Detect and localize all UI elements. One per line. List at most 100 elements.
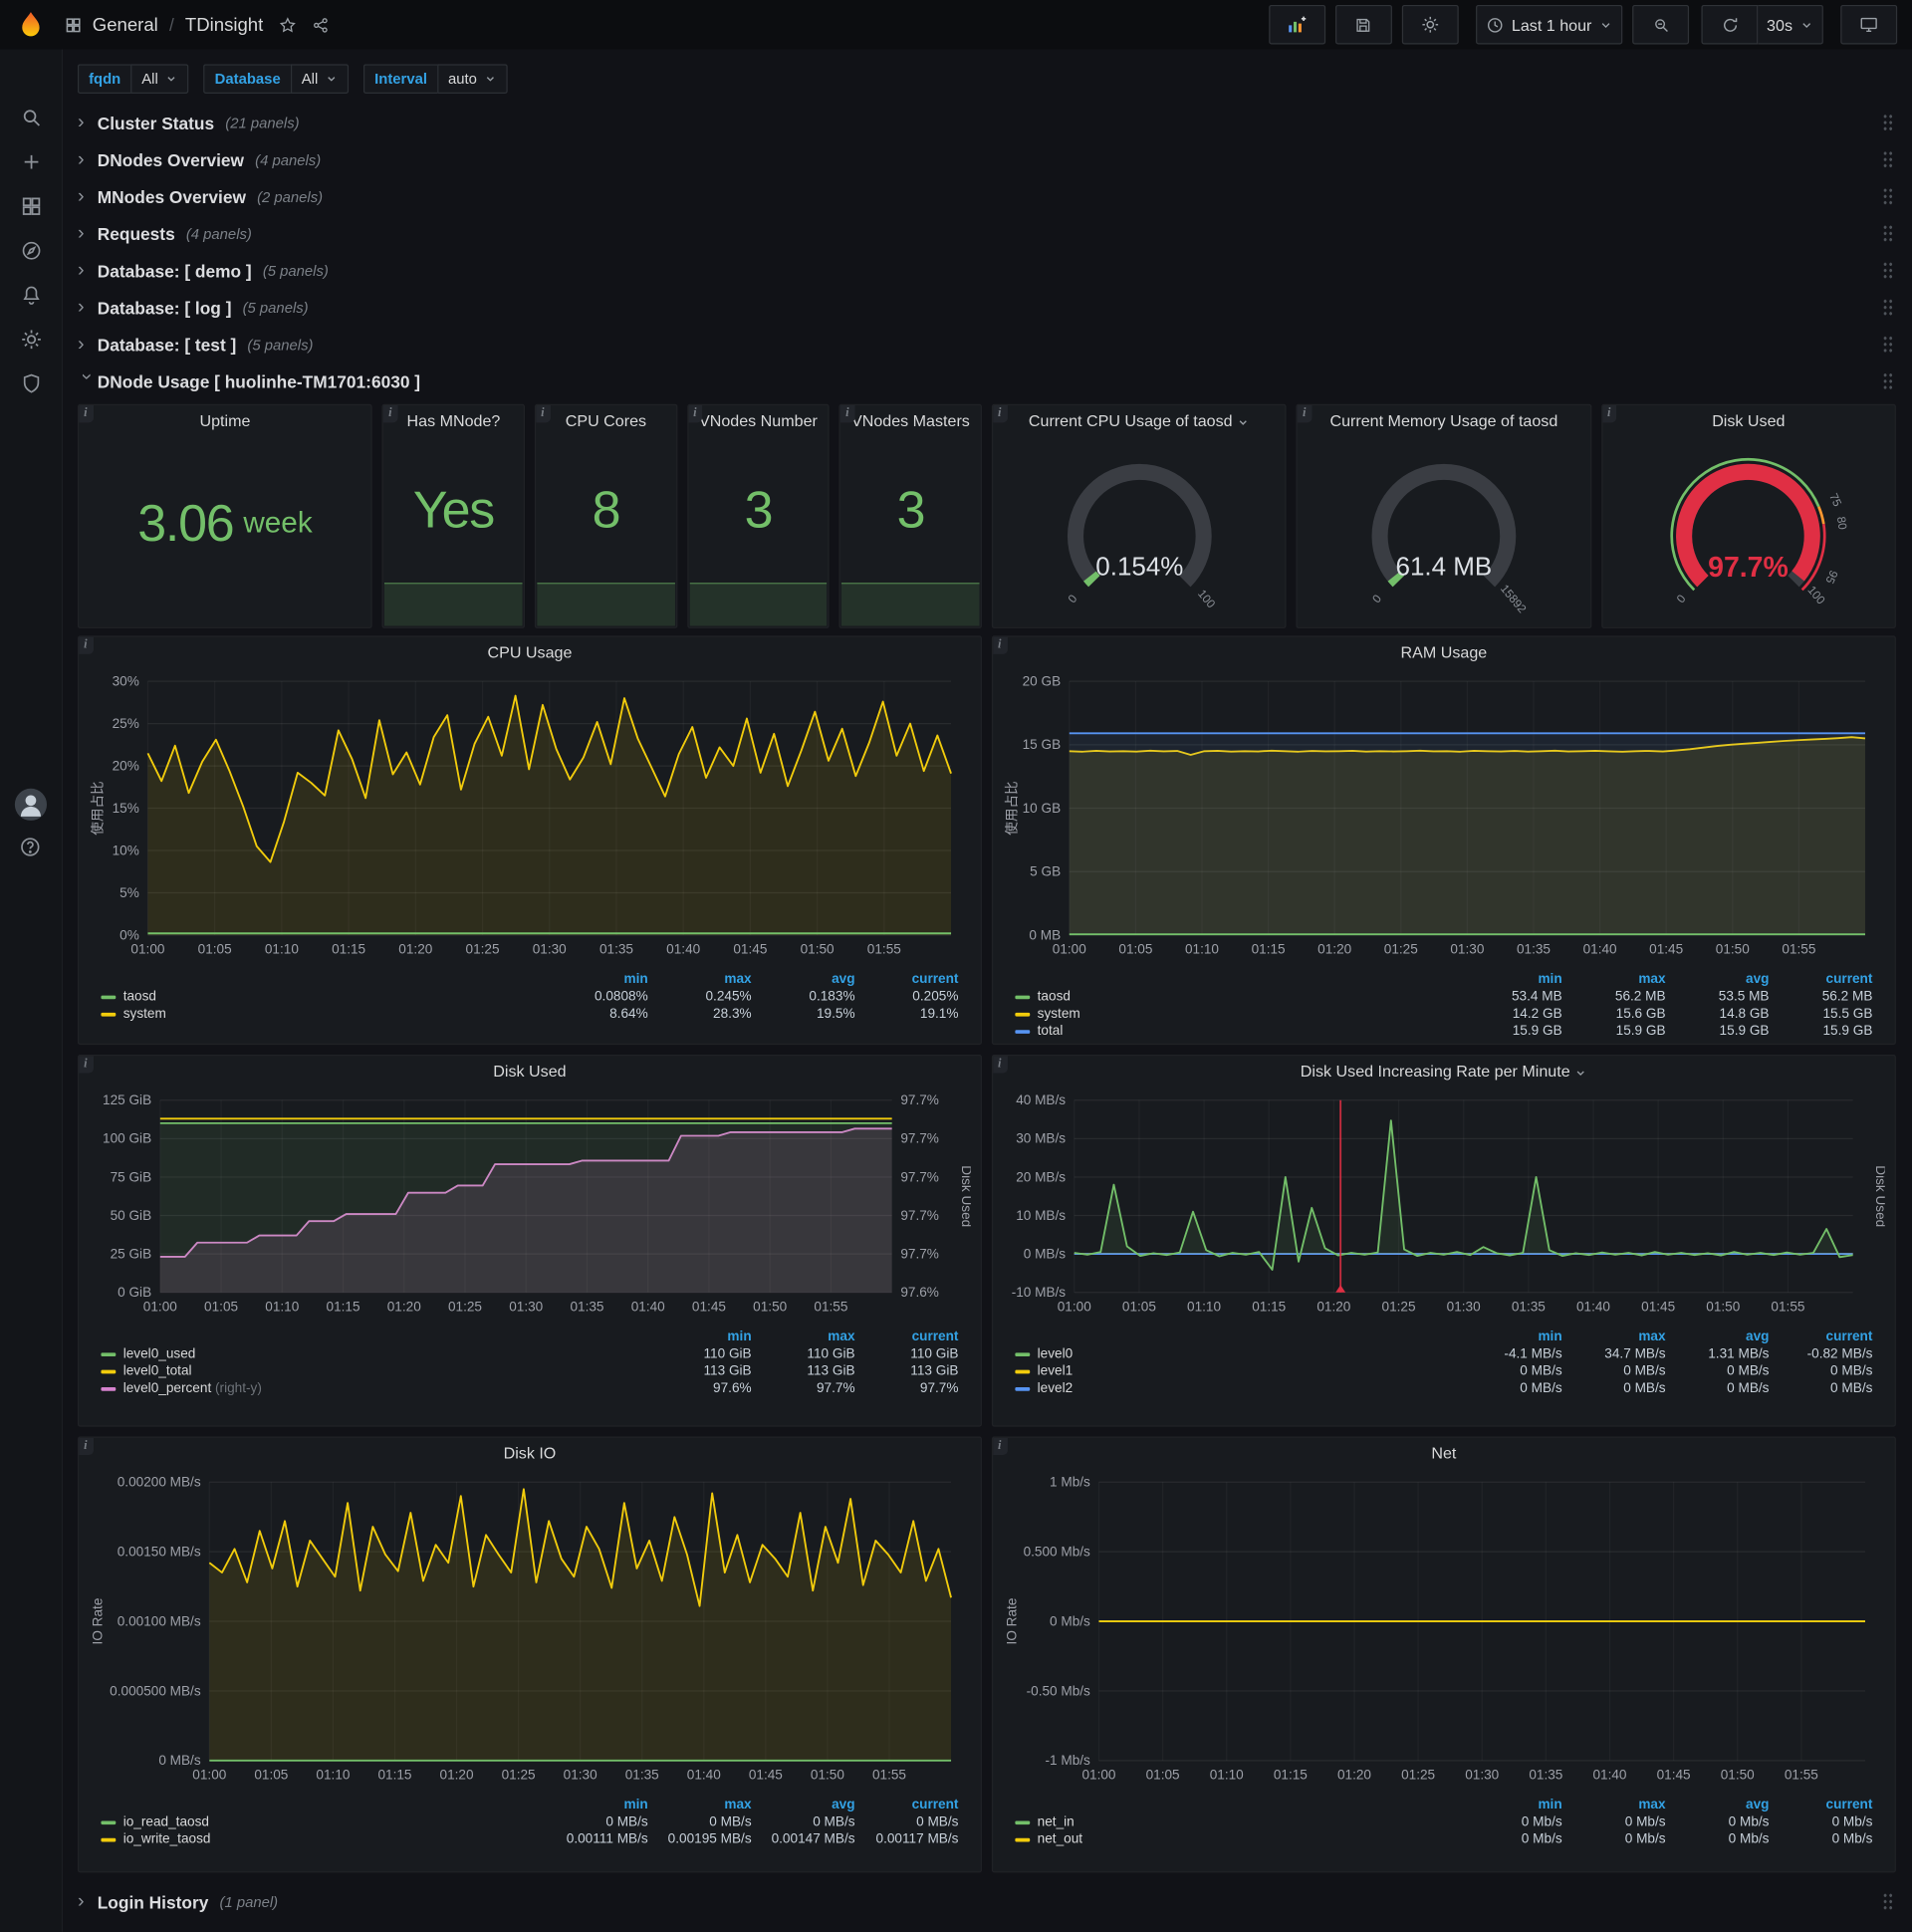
panel-title[interactable]: CPU Cores bbox=[536, 405, 676, 437]
panel-title[interactable]: Disk Used Increasing Rate per Minute bbox=[993, 1056, 1895, 1087]
dashboard-row-cluster-status[interactable]: › Cluster Status (21 panels) bbox=[78, 109, 1896, 136]
panel-title[interactable]: Has MNode? bbox=[383, 405, 524, 437]
panel-info-icon[interactable]: i bbox=[993, 636, 1008, 654]
breadcrumb-dashboard-title[interactable]: TDinsight bbox=[185, 14, 263, 35]
sidebar-item-search[interactable] bbox=[0, 95, 62, 139]
row-drag-handle[interactable] bbox=[1882, 224, 1894, 243]
sidebar-item-configuration[interactable] bbox=[0, 317, 62, 362]
legend-col-current[interactable]: current bbox=[862, 1797, 966, 1813]
time-range-picker[interactable]: Last 1 hour bbox=[1476, 4, 1623, 45]
add-panel-button[interactable] bbox=[1269, 4, 1326, 45]
grafana-logo[interactable] bbox=[0, 10, 62, 40]
star-icon[interactable] bbox=[278, 15, 297, 34]
row-drag-handle[interactable] bbox=[1882, 371, 1894, 391]
dashboard-row-database-log[interactable]: › Database: [ log ] (5 panels) bbox=[78, 293, 1896, 321]
row-drag-handle[interactable] bbox=[1882, 187, 1894, 206]
panel-title[interactable]: VNodes Number bbox=[688, 405, 829, 437]
panel-info-icon[interactable]: i bbox=[1602, 405, 1617, 423]
panel-title[interactable]: VNodes Masters bbox=[840, 405, 981, 437]
row-drag-handle[interactable] bbox=[1882, 113, 1894, 132]
share-icon[interactable] bbox=[312, 15, 331, 34]
panel-info-icon[interactable]: i bbox=[79, 405, 94, 423]
legend-col-current[interactable]: current bbox=[1777, 1797, 1880, 1813]
panel-title[interactable]: CPU Usage bbox=[79, 637, 981, 669]
legend-col-current[interactable]: current bbox=[1777, 1328, 1880, 1345]
save-dashboard-button[interactable] bbox=[1335, 4, 1392, 45]
row-drag-handle[interactable] bbox=[1882, 335, 1894, 355]
legend-col-max[interactable]: max bbox=[655, 971, 759, 988]
legend-col-min[interactable]: min bbox=[655, 1328, 759, 1345]
disk-io-chart[interactable]: 0.00200 MB/s 0.00150 MB/s 0.00100 MB/s 0.00… bbox=[89, 1470, 971, 1794]
panel-info-icon[interactable]: i bbox=[993, 405, 1008, 423]
panel-info-icon[interactable]: i bbox=[79, 1056, 94, 1074]
sidebar-item-create[interactable] bbox=[0, 139, 62, 184]
net-chart[interactable]: 1 Mb/s 0.500 Mb/s 0 Mb/s -0.50 Mb/s -1 Mb/s 0… bbox=[1003, 1470, 1885, 1794]
panel-title[interactable]: Net bbox=[993, 1438, 1895, 1470]
legend-series-io_write_taosd[interactable]: io_write_taosd bbox=[94, 1830, 552, 1847]
row-drag-handle[interactable] bbox=[1882, 261, 1894, 280]
sidebar-item-dashboards[interactable] bbox=[0, 183, 62, 228]
panel-info-icon[interactable]: i bbox=[1298, 405, 1313, 423]
panel-info-icon[interactable]: i bbox=[79, 1437, 94, 1456]
refresh-interval-picker[interactable]: 30s bbox=[1758, 4, 1823, 45]
disk-used-chart[interactable]: 125 GiB 97.7% 100 GiB 97.7% 75 GiB 97.7% 50 Gi… bbox=[89, 1087, 974, 1326]
dashboard-settings-button[interactable] bbox=[1401, 4, 1459, 45]
sidebar-item-alerting[interactable] bbox=[0, 272, 62, 317]
legend-series-level0_total[interactable]: level0_total bbox=[94, 1362, 655, 1379]
variable-value-dropdown[interactable]: All bbox=[130, 64, 189, 95]
legend-col-max[interactable]: max bbox=[759, 1328, 862, 1345]
legend-col-min[interactable]: min bbox=[1466, 1328, 1569, 1345]
panel-info-icon[interactable]: i bbox=[993, 1056, 1008, 1074]
legend-col-max[interactable]: max bbox=[655, 1797, 759, 1813]
refresh-button[interactable] bbox=[1701, 4, 1759, 45]
tv-mode-button[interactable] bbox=[1840, 4, 1898, 45]
panel-info-icon[interactable]: i bbox=[993, 1437, 1008, 1456]
help-button[interactable] bbox=[19, 836, 43, 865]
panel-title[interactable]: Disk Used bbox=[1602, 405, 1895, 437]
dashboard-row-login-history[interactable]: › Login History (1 panel) bbox=[78, 1887, 1896, 1915]
legend-col-min[interactable]: min bbox=[552, 1797, 655, 1813]
legend-series-system[interactable]: system bbox=[94, 1005, 552, 1022]
legend-col-min[interactable]: min bbox=[552, 971, 655, 988]
panel-info-icon[interactable]: i bbox=[840, 405, 855, 423]
legend-series-taosd[interactable]: taosd bbox=[94, 988, 552, 1005]
panel-title[interactable]: RAM Usage bbox=[993, 637, 1895, 669]
dashboard-row-dnodes-overview[interactable]: › DNodes Overview (4 panels) bbox=[78, 145, 1896, 173]
legend-col-min[interactable]: min bbox=[1466, 971, 1569, 988]
ram-usage-chart[interactable]: 20 GB 15 GB 10 GB 5 GB 0 MB 01:00 01:05 01:10 01… bbox=[1003, 669, 1885, 969]
dashboard-row-dnode-usage[interactable]: › DNode Usage [ huolinhe-TM1701:6030 ] bbox=[77, 367, 1896, 395]
panel-info-icon[interactable]: i bbox=[79, 636, 94, 654]
dashboard-row-mnodes-overview[interactable]: › MNodes Overview (2 panels) bbox=[78, 182, 1896, 210]
disk-rate-chart[interactable]: 40 MB/s 30 MB/s 20 MB/s 10 MB/s 0 MB/s -10 MB… bbox=[1003, 1087, 1888, 1326]
panel-title[interactable]: Uptime bbox=[79, 405, 371, 437]
legend-series-level1[interactable]: level1 bbox=[1008, 1362, 1466, 1379]
legend-series-net_out[interactable]: net_out bbox=[1008, 1830, 1466, 1847]
panel-title[interactable]: Disk IO bbox=[79, 1438, 981, 1470]
legend-col-current[interactable]: current bbox=[862, 1328, 966, 1345]
legend-series-level0[interactable]: level0 bbox=[1008, 1345, 1466, 1362]
legend-col-avg[interactable]: avg bbox=[1673, 971, 1777, 988]
zoom-out-time-button[interactable] bbox=[1632, 4, 1690, 45]
legend-series-net_in[interactable]: net_in bbox=[1008, 1813, 1466, 1830]
breadcrumb-folder[interactable]: General bbox=[93, 14, 158, 35]
legend-col-avg[interactable]: avg bbox=[759, 971, 862, 988]
legend-col-min[interactable]: min bbox=[1466, 1797, 1569, 1813]
row-drag-handle[interactable] bbox=[1882, 1892, 1894, 1911]
panel-title[interactable]: Current Memory Usage of taosd bbox=[1298, 405, 1590, 437]
variable-value-dropdown[interactable]: auto bbox=[436, 64, 508, 95]
legend-series-total[interactable]: total bbox=[1008, 1023, 1466, 1040]
legend-series-taosd[interactable]: taosd bbox=[1008, 988, 1466, 1005]
panel-title[interactable]: Disk Used bbox=[79, 1056, 981, 1087]
legend-series-level0_percent[interactable]: level0_percent (right-y) bbox=[94, 1380, 655, 1397]
panel-info-icon[interactable]: i bbox=[383, 405, 398, 423]
panel-info-icon[interactable]: i bbox=[536, 405, 551, 423]
legend-col-avg[interactable]: avg bbox=[1673, 1797, 1777, 1813]
dashboard-row-requests[interactable]: › Requests (4 panels) bbox=[78, 219, 1896, 247]
legend-col-avg[interactable]: avg bbox=[759, 1797, 862, 1813]
dashboard-row-database-demo[interactable]: › Database: [ demo ] (5 panels) bbox=[78, 256, 1896, 284]
legend-col-current[interactable]: current bbox=[1777, 971, 1880, 988]
legend-series-level2[interactable]: level2 bbox=[1008, 1380, 1466, 1397]
legend-series-system[interactable]: system bbox=[1008, 1005, 1466, 1022]
row-drag-handle[interactable] bbox=[1882, 149, 1894, 169]
legend-col-max[interactable]: max bbox=[1569, 1328, 1673, 1345]
